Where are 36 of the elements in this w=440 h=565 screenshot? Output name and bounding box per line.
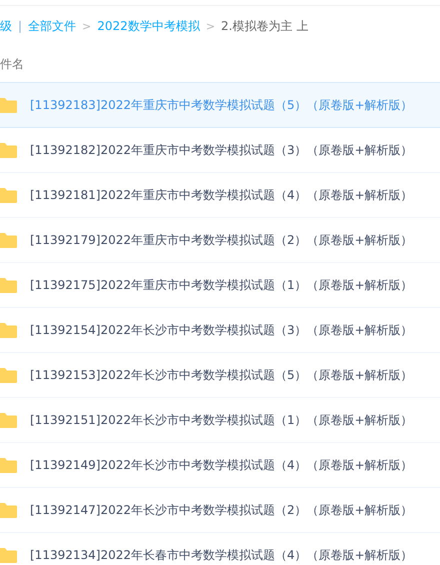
folder-icon	[0, 277, 17, 293]
file-row[interactable]: [11392182]2022年重庆市中考数学模拟试题（3）（原卷版+解析版）	[0, 127, 440, 173]
file-name[interactable]: [11392149]2022年长沙市中考数学模拟试题（4）（原卷版+解析版）	[30, 456, 413, 474]
file-row[interactable]: [11392175]2022年重庆市中考数学模拟试题（1）（原卷版+解析版）	[0, 262, 440, 308]
file-row[interactable]: [11392134]2022年长春市中考数学模拟试题（4）（原卷版+解析版）	[0, 532, 440, 565]
file-name[interactable]: [11392153]2022年长沙市中考数学模拟试题（5）（原卷版+解析版）	[30, 366, 413, 384]
file-name[interactable]: [11392134]2022年长春市中考数学模拟试题（4）（原卷版+解析版）	[30, 546, 413, 564]
file-name[interactable]: [11392175]2022年重庆市中考数学模拟试题（1）（原卷版+解析版）	[30, 276, 413, 294]
column-header[interactable]: 件名	[0, 56, 24, 72]
file-name[interactable]: [11392182]2022年重庆市中考数学模拟试题（3）（原卷版+解析版）	[30, 142, 413, 158]
folder-icon	[0, 322, 17, 338]
folder-icon	[0, 142, 17, 158]
file-name[interactable]: [11392147]2022年长沙市中考数学模拟试题（2）（原卷版+解析版）	[30, 502, 413, 518]
breadcrumb-current: 2.模拟卷为主 上	[221, 18, 308, 34]
file-row[interactable]: [11392181]2022年重庆市中考数学模拟试题（4）（原卷版+解析版）	[0, 172, 440, 218]
file-row[interactable]: [11392153]2022年长沙市中考数学模拟试题（5）（原卷版+解析版）	[0, 352, 440, 398]
file-name[interactable]: [11392151]2022年长沙市中考数学模拟试题（1）（原卷版+解析版）	[30, 412, 413, 428]
folder-icon	[0, 502, 17, 518]
breadcrumb-arrow: >	[206, 20, 216, 32]
folder-icon	[0, 412, 17, 428]
folder-icon	[0, 367, 17, 383]
folder-icon	[0, 187, 17, 203]
file-row[interactable]: [11392151]2022年长沙市中考数学模拟试题（1）（原卷版+解析版）	[0, 397, 440, 443]
folder-icon	[0, 457, 17, 473]
file-row[interactable]: [11392149]2022年长沙市中考数学模拟试题（4）（原卷版+解析版）	[0, 442, 440, 488]
folder-icon	[0, 97, 17, 113]
folder-icon	[0, 547, 17, 563]
file-row[interactable]: [11392154]2022年长沙市中考数学模拟试题（3）（原卷版+解析版）	[0, 307, 440, 353]
folder-icon	[0, 232, 17, 248]
file-name[interactable]: [11392181]2022年重庆市中考数学模拟试题（4）（原卷版+解析版）	[30, 186, 413, 204]
breadcrumb-separator: |	[18, 19, 22, 33]
file-row[interactable]: [11392179]2022年重庆市中考数学模拟试题（2）（原卷版+解析版）	[0, 217, 440, 263]
file-name[interactable]: [11392179]2022年重庆市中考数学模拟试题（2）（原卷版+解析版）	[30, 232, 413, 248]
breadcrumb-arrow: >	[82, 20, 92, 32]
file-row[interactable]: [11392147]2022年长沙市中考数学模拟试题（2）（原卷版+解析版）	[0, 487, 440, 533]
file-name[interactable]: [11392154]2022年长沙市中考数学模拟试题（3）（原卷版+解析版）	[30, 322, 413, 338]
